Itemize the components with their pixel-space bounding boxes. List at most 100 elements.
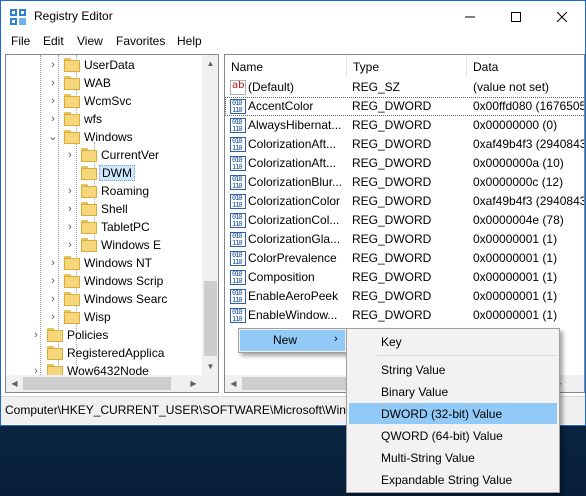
value-row[interactable]: 010 110 AlwaysHibernat... REG_DWORD 0x000000… — [225, 116, 584, 135]
tree-item-dwm[interactable]: DWM — [6, 164, 202, 182]
value-row[interactable]: 010 110 ColorizationAft... REG_DWORD 0xaf49b… — [225, 135, 584, 154]
scroll-right-arrow-icon[interactable]: ▶ — [185, 375, 202, 392]
chevron-right-icon[interactable]: › — [65, 221, 75, 233]
folder-icon — [64, 310, 80, 324]
tree-item-wisp[interactable]: › Wisp — [6, 308, 202, 326]
value-row[interactable]: 010 110 Composition REG_DWORD 0x00000001 (1) — [225, 268, 584, 287]
menu-file[interactable]: File — [11, 34, 30, 48]
chevron-right-icon[interactable]: › — [48, 77, 58, 89]
tree-item-roaming[interactable]: › Roaming — [6, 182, 202, 200]
chevron-right-icon[interactable]: › — [48, 275, 58, 287]
chevron-right-icon[interactable]: › — [65, 185, 75, 197]
submenu-item-label: DWORD (32-bit) Value — [381, 407, 503, 421]
chevron-down-icon[interactable]: ⌄ — [48, 131, 58, 143]
tree-item-wfs[interactable]: › wfs — [6, 110, 202, 128]
tree-item-windows-nt[interactable]: › Windows NT — [6, 254, 202, 272]
tree-item-wab[interactable]: › WAB — [6, 74, 202, 92]
value-data: 0x0000000c (12) — [473, 175, 564, 189]
value-data: (value not set) — [473, 80, 550, 94]
chevron-right-icon[interactable]: › — [48, 311, 58, 323]
column-header-name[interactable]: Name — [225, 55, 347, 77]
binary-value-icon: 010 110 — [230, 175, 246, 190]
context-menu-new-label: New — [273, 333, 298, 347]
tree-item-windows-e[interactable]: › Windows E — [6, 236, 202, 254]
value-name: ColorPrevalence — [248, 251, 337, 265]
tree-item-registeredapplica[interactable]: RegisteredApplica — [6, 344, 202, 362]
value-row[interactable]: 010 110 ColorizationAft... REG_DWORD 0x00000… — [225, 154, 584, 173]
value-row[interactable]: 010 110 AccentColor REG_DWORD 0x00ffd080 (16… — [225, 97, 584, 116]
scroll-left-arrow-icon[interactable]: ◀ — [225, 375, 242, 392]
tree-horizontal-scroll-thumb[interactable] — [23, 377, 171, 390]
value-row[interactable]: 010 110 ColorPrevalence REG_DWORD 0x00000001… — [225, 249, 584, 268]
chevron-right-icon[interactable]: › — [65, 239, 75, 251]
tree-item-currentver[interactable]: › CurrentVer — [6, 146, 202, 164]
maximize-button[interactable] — [493, 1, 539, 32]
value-row[interactable]: 010 110 ColorizationCol... REG_DWORD 0x00000… — [225, 211, 584, 230]
value-row[interactable]: 010 110 EnableWindow... REG_DWORD 0x00000001… — [225, 306, 584, 325]
chevron-right-icon[interactable]: › — [48, 113, 58, 125]
tree-item-windows-scrip[interactable]: › Windows Scrip — [6, 272, 202, 290]
tree-horizontal-scrollbar[interactable]: ◀ ▶ — [6, 375, 202, 392]
value-data: 0x0000004e (78) — [473, 213, 564, 227]
chevron-right-icon[interactable]: › — [48, 59, 58, 71]
value-type: REG_DWORD — [352, 251, 432, 265]
scroll-up-arrow-icon[interactable]: ▲ — [202, 55, 218, 72]
value-row[interactable]: ab (Default) REG_SZ (value not set) — [225, 78, 584, 97]
value-row[interactable]: 010 110 EnableAeroPeek REG_DWORD 0x00000001 … — [225, 287, 584, 306]
title-bar[interactable]: Registry Editor — [1, 1, 585, 32]
submenu-item-key[interactable]: Key — [349, 331, 557, 352]
tree-item-userdata[interactable]: › UserData — [6, 56, 202, 74]
folder-icon — [81, 184, 97, 198]
minimize-button[interactable] — [447, 1, 493, 32]
chevron-right-icon[interactable]: › — [48, 95, 58, 107]
tree-item-shell[interactable]: › Shell — [6, 200, 202, 218]
submenu-item-multi-string-value[interactable]: Multi-String Value — [349, 447, 557, 468]
folder-icon — [64, 130, 80, 144]
chevron-right-icon[interactable]: › — [65, 203, 75, 215]
folder-icon — [64, 76, 80, 90]
submenu-item-qword-64-bit-value[interactable]: QWORD (64-bit) Value — [349, 425, 557, 446]
value-type: REG_DWORD — [352, 99, 432, 113]
value-row[interactable]: 010 110 ColorizationBlur... REG_DWORD 0x0000… — [225, 173, 584, 192]
column-header-data[interactable]: Data — [467, 55, 584, 77]
folder-icon — [64, 94, 80, 108]
window-title: Registry Editor — [34, 9, 113, 23]
context-menu-new[interactable]: New › — [240, 330, 345, 351]
new-submenu: Key String Value Binary Value DWORD (32-bit… — [346, 328, 560, 493]
binary-value-icon: 010 110 — [230, 99, 246, 114]
folder-icon — [64, 58, 80, 72]
scroll-down-arrow-icon[interactable]: ▼ — [202, 358, 218, 375]
submenu-item-dword-32-bit-value[interactable]: DWORD (32-bit) Value — [349, 403, 557, 424]
submenu-item-expandable-string-value[interactable]: Expandable String Value — [349, 469, 557, 490]
value-name: EnableWindow... — [248, 308, 338, 322]
tree-vertical-scrollbar[interactable]: ▲ ▼ — [202, 55, 218, 375]
tree-item-windows-searc[interactable]: › Windows Searc — [6, 290, 202, 308]
value-data: 0x0000000a (10) — [473, 156, 564, 170]
submenu-item-binary-value[interactable]: Binary Value — [349, 381, 557, 402]
value-data: 0x00000000 (0) — [473, 118, 558, 132]
values-horizontal-scroll-thumb[interactable] — [242, 377, 350, 390]
tree-vertical-scroll-thumb[interactable] — [204, 281, 217, 356]
chevron-right-icon[interactable]: › — [65, 149, 75, 161]
chevron-right-icon[interactable]: › — [31, 329, 41, 341]
tree-item-policies[interactable]: › Policies — [6, 326, 202, 344]
close-button[interactable] — [539, 1, 585, 32]
menu-separator — [377, 355, 557, 356]
value-row[interactable]: 010 110 ColorizationColor REG_DWORD 0xaf49b4… — [225, 192, 584, 211]
value-row[interactable]: 010 110 ColorizationGla... REG_DWORD 0x00000… — [225, 230, 584, 249]
tree-item-tabletpc[interactable]: › TabletPC — [6, 218, 202, 236]
menu-view[interactable]: View — [77, 34, 103, 48]
tree-item-windows[interactable]: ⌄ Windows — [6, 128, 202, 146]
column-header-type[interactable]: Type — [347, 55, 467, 77]
scroll-left-arrow-icon[interactable]: ◀ — [6, 375, 23, 392]
tree-item-label: Shell — [101, 202, 128, 216]
scrollbar-corner — [567, 375, 584, 392]
submenu-item-string-value[interactable]: String Value — [349, 359, 557, 380]
tree-item-wcmsvc[interactable]: › WcmSvc — [6, 92, 202, 110]
menu-favorites[interactable]: Favorites — [116, 34, 165, 48]
menu-help[interactable]: Help — [177, 34, 202, 48]
menu-edit[interactable]: Edit — [43, 34, 64, 48]
value-name: ColorizationAft... — [248, 137, 337, 151]
chevron-right-icon[interactable]: › — [48, 257, 58, 269]
chevron-right-icon[interactable]: › — [48, 293, 58, 305]
